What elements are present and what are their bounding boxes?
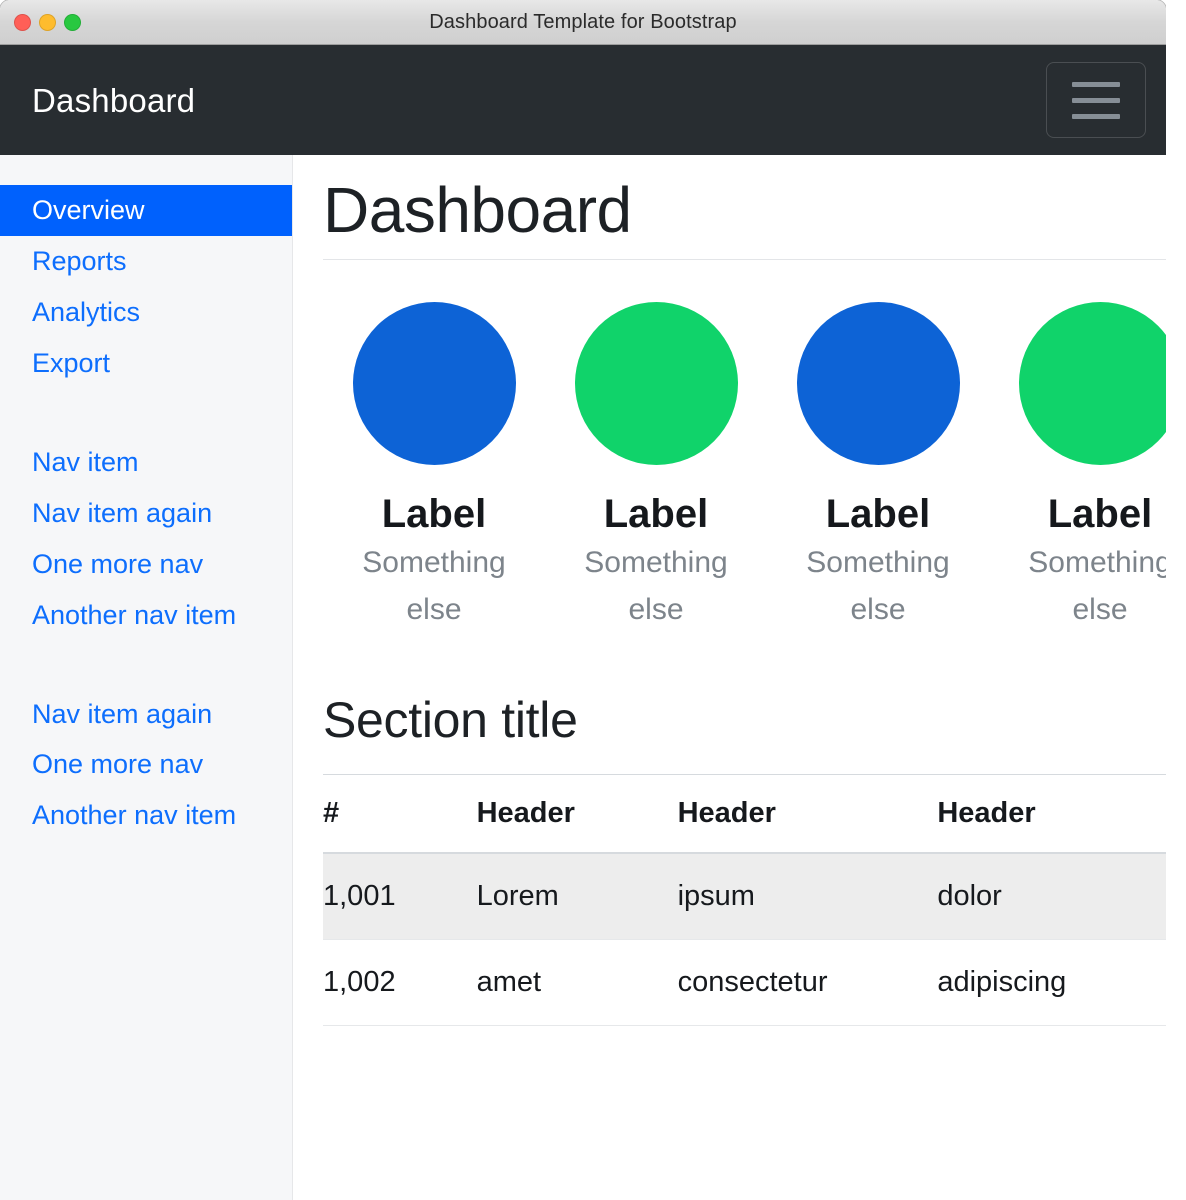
table-header-cell-0: #: [323, 774, 477, 855]
stat-sublabel-1: Something else: [362, 546, 506, 626]
stat-label-1: Label: [381, 491, 487, 536]
sidebar-item-nav-item-again[interactable]: Nav item again: [0, 488, 292, 539]
app-window: Dashboard Template for Bootstrap Dashboa…: [0, 0, 1166, 1200]
stat-row: Label Something else Label Something els…: [323, 301, 1166, 633]
stat-bubble-4: [1018, 301, 1166, 465]
stat-label-2: Label: [603, 491, 709, 536]
table-cell: consectetur: [677, 939, 938, 1027]
stat-bubble-1: [352, 301, 516, 465]
sidebar-item-analytics[interactable]: Analytics: [0, 287, 292, 338]
sidebar-link-export[interactable]: Export: [0, 338, 292, 389]
table-header-cell-3: Header: [937, 774, 1166, 855]
sidebar-link-one-more-nav-2[interactable]: One more nav: [0, 739, 292, 790]
stat-label-3: Label: [825, 491, 931, 536]
table-row[interactable]: 1,001 Lorem ipsum dolor sit: [323, 853, 1166, 941]
navbar-brand[interactable]: Dashboard: [32, 84, 195, 117]
sidebar-link-nav-item[interactable]: Nav item: [0, 437, 292, 488]
sidebar-link-overview[interactable]: Overview: [0, 185, 292, 236]
page-title: Dashboard: [323, 174, 632, 246]
sidebar-link-reports[interactable]: Reports: [0, 236, 292, 287]
stat-card-1: Label Something else: [323, 301, 545, 633]
page-header: Dashboard: [323, 155, 1166, 260]
sidebar-item-reports[interactable]: Reports: [0, 236, 292, 287]
sidebar-item-nav-item-again-2[interactable]: Nav item again: [0, 689, 292, 740]
sidebar-link-nav-item-again[interactable]: Nav item again: [0, 488, 292, 539]
table-cell: 1,002: [323, 939, 477, 1027]
table-cell: amet: [476, 939, 678, 1027]
app-shell: Overview Reports Analytics Export Nav it…: [0, 155, 1166, 1200]
sidebar-group-3: Nav item again One more nav Another nav …: [0, 689, 292, 842]
window-title: Dashboard Template for Bootstrap: [429, 10, 737, 33]
stat-card-4: Label Something else: [989, 301, 1166, 633]
desktop-background: [1166, 0, 1186, 1200]
window-titlebar: Dashboard Template for Bootstrap: [0, 0, 1166, 45]
main-content: Dashboard Label Something else Label Som…: [293, 155, 1166, 1200]
sidebar-item-one-more-nav[interactable]: One more nav: [0, 539, 292, 590]
hamburger-icon-line-3: [1072, 113, 1120, 119]
minimize-window-button[interactable]: [39, 13, 56, 31]
table-header-cell-1: Header: [476, 774, 678, 855]
stat-card-3: Label Something else: [767, 301, 989, 633]
table-cell: Lorem: [476, 853, 678, 941]
stat-bubble-2: [574, 301, 738, 465]
sidebar-item-another-nav-item[interactable]: Another nav item: [0, 590, 292, 641]
hamburger-icon-line-1: [1072, 81, 1120, 87]
sidebar-item-export[interactable]: Export: [0, 338, 292, 389]
navbar-toggler-button[interactable]: [1046, 62, 1146, 138]
sidebar-link-one-more-nav[interactable]: One more nav: [0, 539, 292, 590]
stat-sublabel-2: Something else: [584, 546, 728, 626]
table-container: # Header Header Header Header 1,001 Lore…: [323, 774, 1166, 1027]
table-body: 1,001 Lorem ipsum dolor sit 1,002 amet c…: [323, 853, 1166, 1027]
sidebar-divider-2: [0, 641, 292, 689]
sidebar-link-another-nav-item-2[interactable]: Another nav item: [0, 790, 292, 841]
sidebar-group-2: Nav item Nav item again One more nav Ano…: [0, 437, 292, 641]
stat-label-4: Label: [1047, 491, 1153, 536]
sidebar-group-1: Overview Reports Analytics Export: [0, 185, 292, 389]
hamburger-icon-line-2: [1072, 97, 1120, 103]
sidebar-item-overview[interactable]: Overview: [0, 185, 292, 236]
table-cell: 1,001: [323, 853, 477, 941]
sidebar-link-another-nav-item[interactable]: Another nav item: [0, 590, 292, 641]
sidebar: Overview Reports Analytics Export Nav it…: [0, 155, 293, 1200]
sidebar-item-another-nav-item-2[interactable]: Another nav item: [0, 790, 292, 841]
sidebar-item-nav-item[interactable]: Nav item: [0, 437, 292, 488]
stat-card-2: Label Something else: [545, 301, 767, 633]
table-header-cell-2: Header: [677, 774, 938, 855]
table-cell: adipiscing: [937, 939, 1166, 1027]
sidebar-link-analytics[interactable]: Analytics: [0, 287, 292, 338]
stat-bubble-3: [796, 301, 960, 465]
stat-sublabel-4: Something else: [1028, 546, 1166, 626]
section-title: Section title: [323, 692, 578, 749]
data-table: # Header Header Header Header 1,001 Lore…: [323, 774, 1166, 1027]
window-controls: [14, 0, 81, 44]
table-head: # Header Header Header Header: [323, 774, 1166, 855]
sidebar-link-nav-item-again-2[interactable]: Nav item again: [0, 689, 292, 740]
sidebar-item-one-more-nav-2[interactable]: One more nav: [0, 739, 292, 790]
table-cell: dolor: [937, 853, 1166, 941]
maximize-window-button[interactable]: [64, 13, 81, 31]
top-navbar: Dashboard: [0, 45, 1166, 155]
sidebar-divider-1: [0, 389, 292, 437]
table-row[interactable]: 1,002 amet consectetur adipiscing elit: [323, 939, 1166, 1027]
table-cell: ipsum: [677, 853, 938, 941]
stat-sublabel-3: Something else: [806, 546, 950, 626]
table-header-row: # Header Header Header Header: [323, 774, 1166, 855]
close-window-button[interactable]: [14, 13, 31, 31]
